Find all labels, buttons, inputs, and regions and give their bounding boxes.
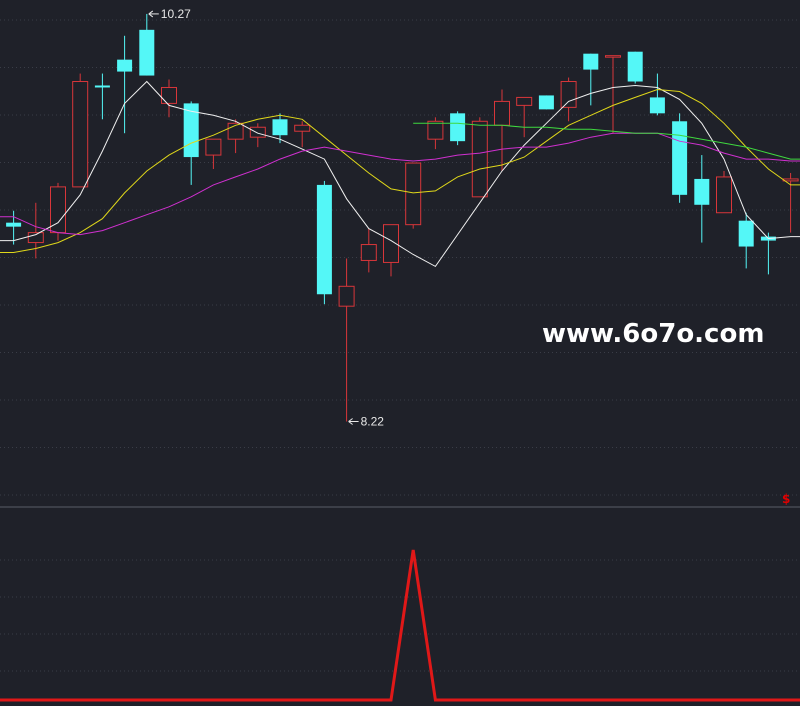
candle-body: [161, 86, 177, 104]
candle-body: [538, 95, 554, 110]
candle-body: [672, 121, 688, 195]
candle-body: [205, 138, 222, 156]
candle: [272, 113, 288, 144]
candle-body: [316, 184, 332, 295]
candle-body: [560, 81, 577, 108]
annotation-label: 8.22: [361, 414, 385, 428]
candle: [782, 172, 799, 233]
candle-body: [738, 220, 754, 247]
candle-body: [117, 59, 133, 72]
candle-body: [249, 126, 266, 138]
extreme-annotations: 10.27 8.22: [148, 7, 385, 428]
candle: [383, 224, 399, 277]
candle: [405, 162, 422, 229]
candle: [360, 228, 377, 273]
candle-body: [694, 178, 710, 205]
candle-body: [716, 176, 732, 214]
candle: [672, 113, 688, 203]
candle-body: [427, 120, 444, 140]
candle-body: [627, 51, 643, 82]
candle: [471, 117, 488, 198]
signal-line: [0, 549, 800, 702]
candle: [694, 155, 710, 243]
candle-body: [294, 124, 311, 132]
candle: [316, 180, 332, 305]
candle: [27, 202, 44, 259]
candle: [161, 79, 177, 118]
signal-grid: [0, 559, 800, 672]
candle: [205, 138, 222, 169]
candle: [117, 35, 133, 134]
candle: [583, 53, 599, 106]
candle-body: [360, 244, 377, 261]
candle: [338, 258, 355, 422]
candle: [294, 121, 311, 148]
candle-body: [338, 285, 355, 307]
candle-body: [583, 53, 599, 70]
candle-body: [605, 55, 621, 58]
candle-body: [405, 162, 422, 226]
candle-body: [516, 96, 533, 106]
price-candlestick-chart: 10.27 8.22: [0, 7, 800, 508]
candle: [450, 111, 466, 146]
candle: [538, 95, 554, 110]
candle: [427, 117, 444, 150]
candles: [6, 13, 799, 422]
signal-indicator-chart: [0, 549, 800, 702]
candle-body: [494, 100, 510, 126]
annotation-label: 10.27: [161, 7, 191, 21]
candle: [716, 170, 732, 214]
candle-body: [139, 29, 155, 76]
candle-body: [94, 85, 110, 88]
candle: [94, 73, 110, 120]
candle: [649, 73, 665, 116]
candle: [139, 13, 155, 76]
candle-body: [72, 81, 89, 188]
chart-window: 10.27 8.22 www.6o7o.com $: [0, 0, 800, 706]
candle: [494, 89, 510, 171]
candle-body: [649, 97, 665, 114]
candle-body: [272, 119, 288, 136]
candle: [516, 96, 533, 138]
candle-body: [471, 120, 488, 198]
candle: [72, 73, 89, 188]
candle-body: [450, 113, 466, 142]
candle: [249, 123, 266, 148]
candle: [50, 182, 66, 241]
candle: [605, 55, 621, 134]
candle: [627, 51, 643, 84]
candle-body: [6, 222, 22, 227]
